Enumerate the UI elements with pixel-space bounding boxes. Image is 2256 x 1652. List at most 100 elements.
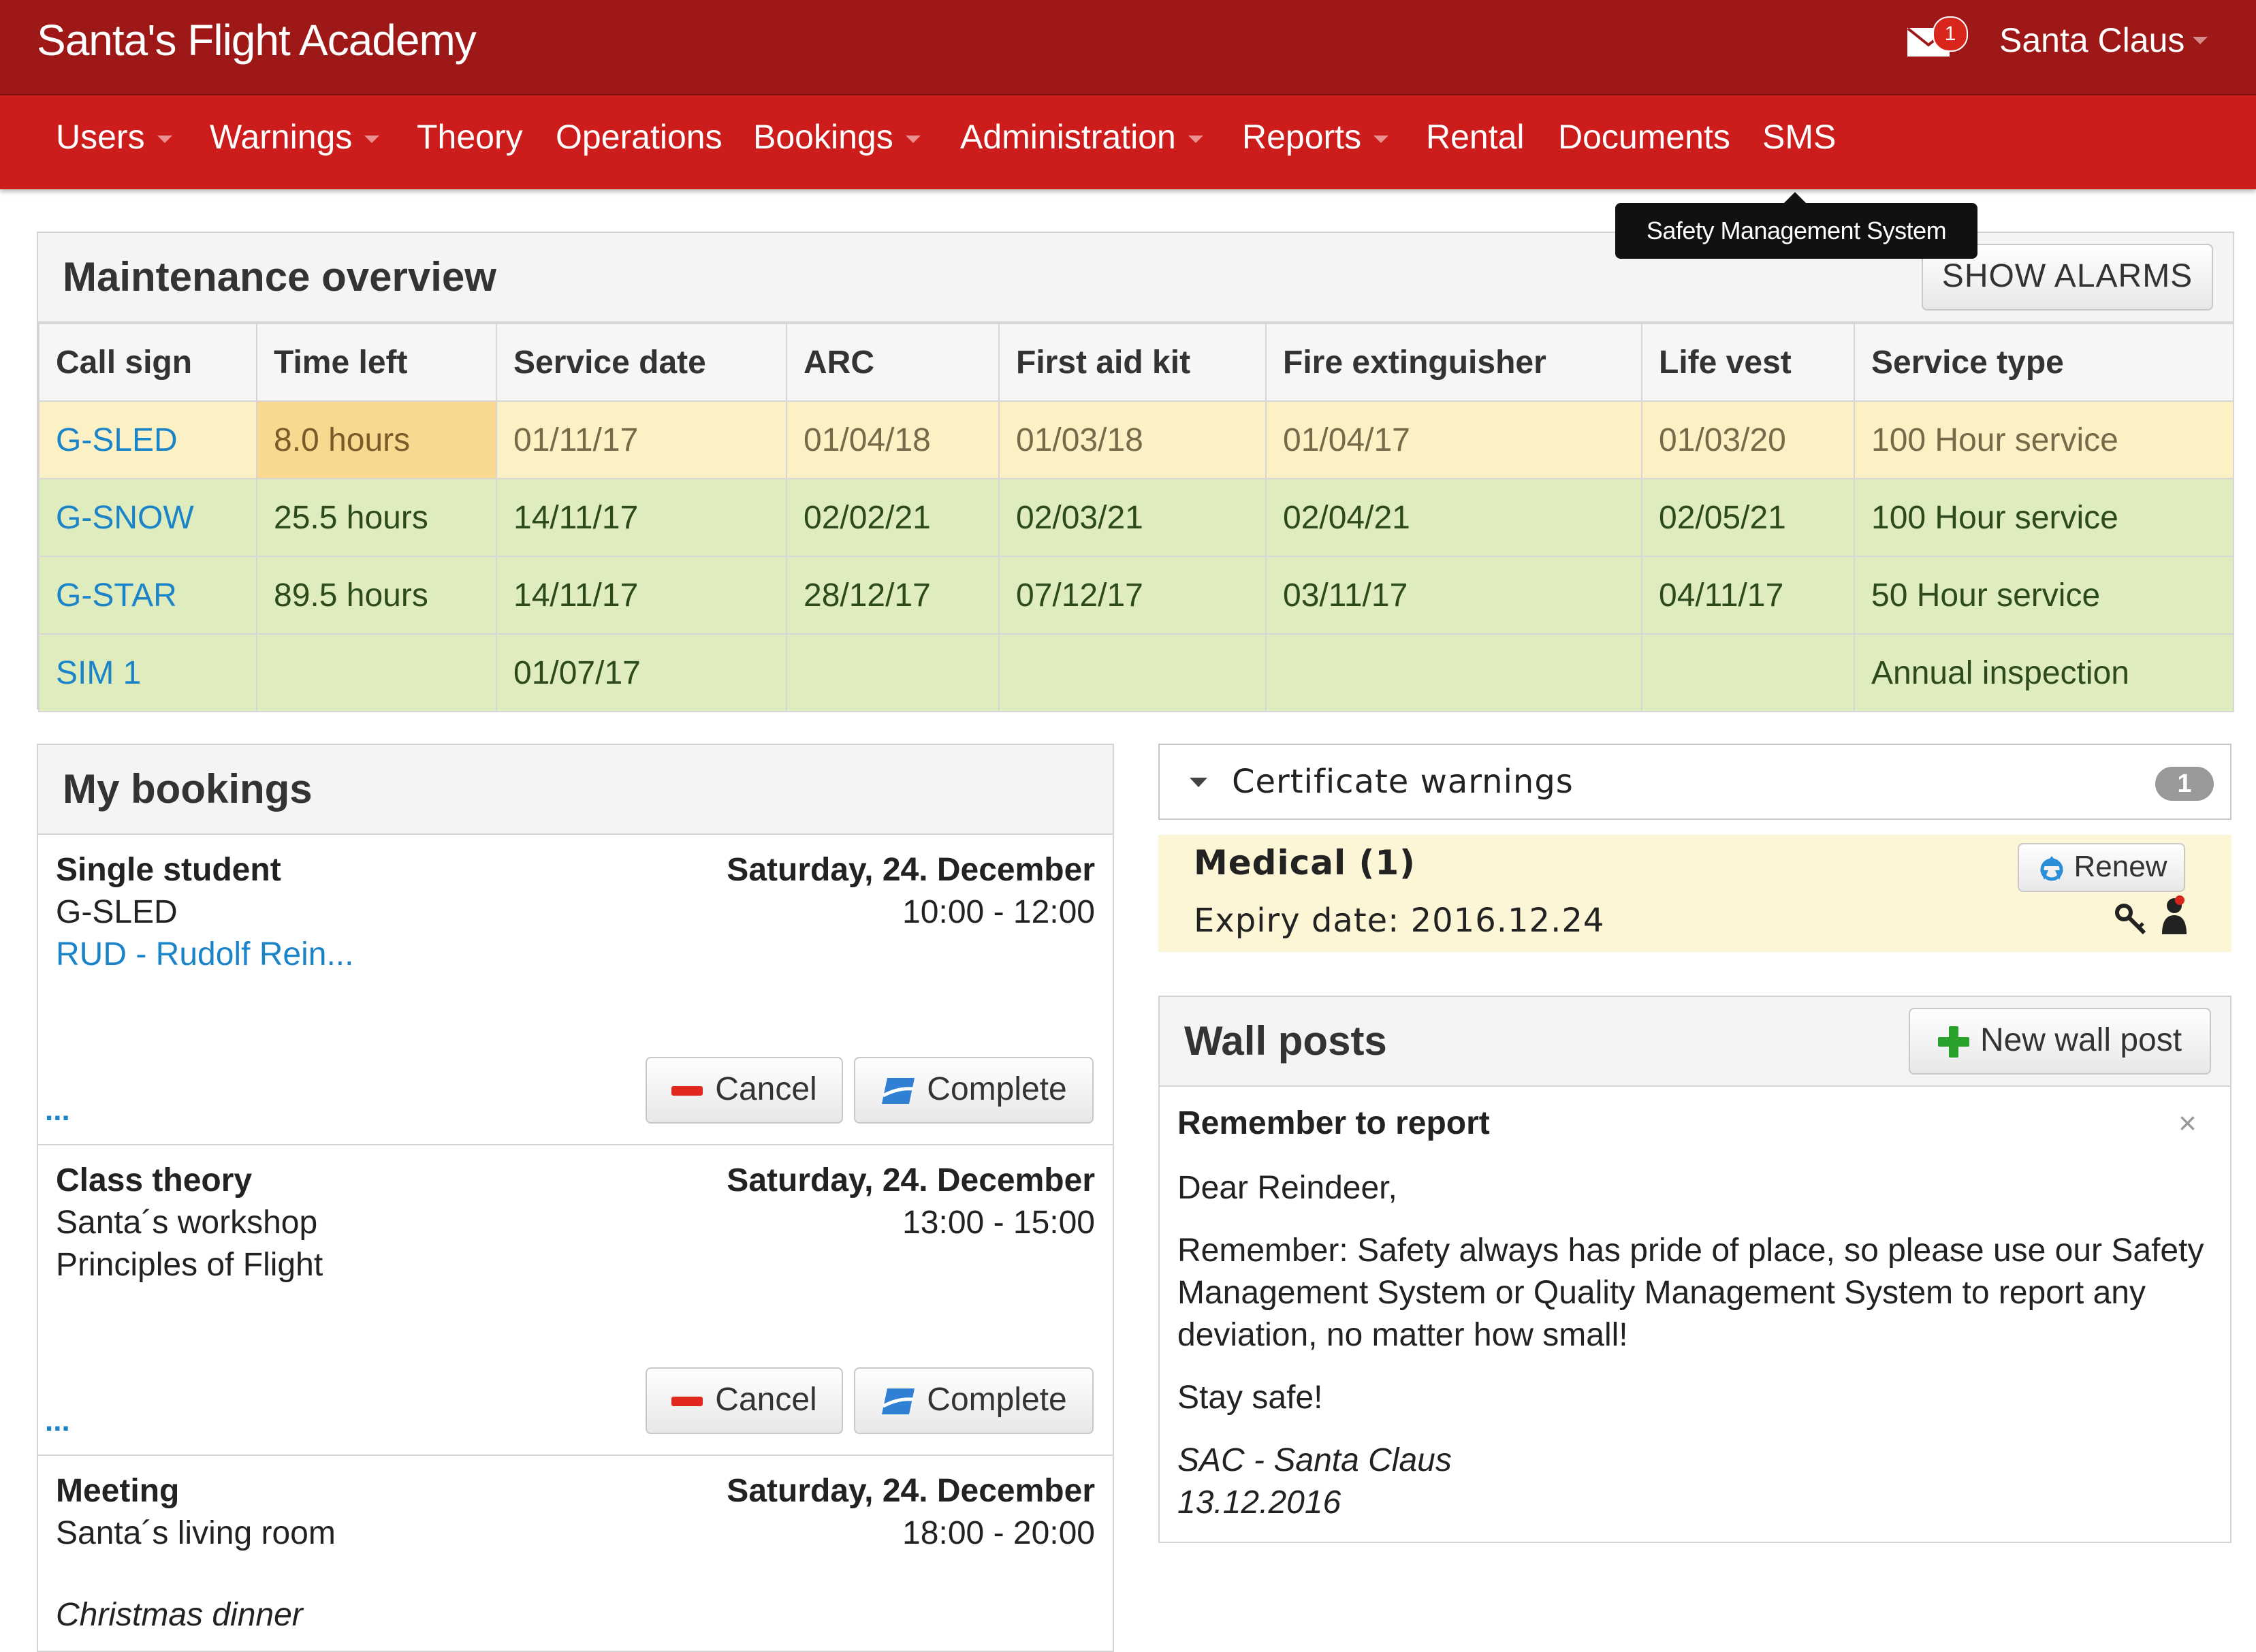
panel-title: Certificate warnings xyxy=(1232,763,1574,801)
certificate-warnings-header[interactable]: Certificate warnings 1 xyxy=(1158,744,2231,820)
table-cell: 28/12/17 xyxy=(786,556,1000,635)
table-cell: 07/12/17 xyxy=(998,556,1267,635)
more-link[interactable]: ... xyxy=(45,1094,70,1128)
panel-header: My bookings xyxy=(38,745,1113,835)
nav-operations[interactable]: Operations xyxy=(556,117,722,157)
top-header: Santa's Flight Academy 1 Santa Claus xyxy=(0,0,2256,95)
callsign-link[interactable]: G-SNOW xyxy=(38,478,257,557)
minus-icon xyxy=(671,1086,703,1096)
nav-documents[interactable]: Documents xyxy=(1558,117,1730,157)
nav-reports[interactable]: Reports xyxy=(1242,117,1389,157)
table-cell: 14/11/17 xyxy=(496,478,787,557)
table-cell: 01/04/17 xyxy=(1265,400,1642,479)
column-header[interactable]: Time left xyxy=(256,323,497,402)
cancel-button[interactable]: Cancel xyxy=(646,1057,843,1124)
nav-administration[interactable]: Administration xyxy=(960,117,1203,157)
callsign-link[interactable]: SIM 1 xyxy=(38,633,257,712)
chevron-down-icon xyxy=(905,136,921,144)
nav-users[interactable]: Users xyxy=(56,117,172,157)
nav-theory[interactable]: Theory xyxy=(417,117,523,157)
new-wall-post-button[interactable]: New wall post xyxy=(1909,1008,2211,1075)
button-label: Cancel xyxy=(715,1071,817,1107)
caret-down-icon[interactable] xyxy=(1190,778,1207,787)
complete-icon xyxy=(882,1078,915,1105)
booking-subject: Principles of Flight xyxy=(56,1247,323,1283)
button-label: Cancel xyxy=(715,1382,817,1418)
button-label: New wall post xyxy=(1980,1022,2182,1058)
booking-aircraft: G-SLED xyxy=(56,894,178,930)
booking-type: Meeting xyxy=(56,1473,180,1509)
plus-icon xyxy=(1937,1026,1969,1058)
nav-label: Users xyxy=(56,118,145,156)
close-icon[interactable]: × xyxy=(2178,1105,2197,1141)
booking-type: Class theory xyxy=(56,1162,253,1198)
table-cell xyxy=(256,633,497,712)
nav-bookings[interactable]: Bookings xyxy=(753,117,921,157)
booking-item[interactable]: Class theory Santa´s workshop Principles… xyxy=(38,1145,1113,1456)
table-cell: Annual inspection xyxy=(1854,633,2234,712)
more-link[interactable]: ... xyxy=(45,1404,70,1438)
callsign-link[interactable]: G-SLED xyxy=(38,400,257,479)
nav-label: SMS xyxy=(1762,118,1837,156)
count-badge: 1 xyxy=(2155,767,2214,801)
chevron-down-icon xyxy=(1188,136,1203,144)
nav-label: Operations xyxy=(556,118,722,156)
column-header[interactable]: Life vest xyxy=(1641,323,1855,402)
mail-count-badge[interactable]: 1 xyxy=(1933,16,1968,52)
post-author: SAC - Santa Claus xyxy=(1177,1442,1452,1478)
table-row[interactable]: SIM 1 01/07/17 Annual inspection xyxy=(38,633,2234,712)
key-icon[interactable] xyxy=(2114,903,2148,937)
column-header[interactable]: ARC xyxy=(786,323,1000,402)
table-cell: 01/04/18 xyxy=(786,400,1000,479)
booking-item[interactable]: Single student G-SLED RUD - Rudolf Rein.… xyxy=(38,835,1113,1145)
column-header[interactable]: Call sign xyxy=(38,323,257,402)
table-row[interactable]: G-SLED 8.0 hours 01/11/17 01/04/18 01/03… xyxy=(38,400,2234,479)
certificate-item: Medical (1) Expiry date: 2016.12.24 Rene… xyxy=(1158,835,2231,952)
column-header[interactable]: Fire extinguisher xyxy=(1265,323,1642,402)
certificate-name: Medical (1) xyxy=(1194,843,1416,883)
post-signoff: Stay safe! xyxy=(1177,1380,1323,1416)
button-label: Complete xyxy=(927,1382,1067,1418)
recycle-icon xyxy=(2039,856,2063,881)
column-header[interactable]: Service date xyxy=(496,323,787,402)
booking-date: Saturday, 24. December xyxy=(727,852,1095,888)
nav-label: Rental xyxy=(1426,118,1525,156)
table-cell: 02/05/21 xyxy=(1641,478,1855,557)
table-row[interactable]: G-SNOW 25.5 hours 14/11/17 02/02/21 02/0… xyxy=(38,478,2234,557)
booking-note: Christmas dinner xyxy=(56,1597,303,1633)
table-cell: 100 Hour service xyxy=(1854,478,2234,557)
renew-button[interactable]: Renew xyxy=(2018,843,2185,892)
nav-label: Reports xyxy=(1242,118,1362,156)
certificate-expiry: Expiry date: 2016.12.24 xyxy=(1194,902,1605,940)
table-cell: 01/07/17 xyxy=(496,633,787,712)
nav-rental[interactable]: Rental xyxy=(1426,117,1525,157)
callsign-link[interactable]: G-STAR xyxy=(38,556,257,635)
table-cell: 02/04/21 xyxy=(1265,478,1642,557)
table-row[interactable]: G-STAR 89.5 hours 14/11/17 28/12/17 07/1… xyxy=(38,556,2234,635)
booking-student-link[interactable]: RUD - Rudolf Rein... xyxy=(56,936,353,973)
cancel-button[interactable]: Cancel xyxy=(646,1367,843,1434)
chevron-down-icon[interactable] xyxy=(2193,37,2208,44)
column-header[interactable]: Service type xyxy=(1854,323,2234,402)
table-cell: 02/02/21 xyxy=(786,478,1000,557)
booking-location: Santa´s workshop xyxy=(56,1205,318,1241)
booking-time: 10:00 - 12:00 xyxy=(902,894,1095,930)
nav-warnings[interactable]: Warnings xyxy=(210,117,380,157)
table-cell: 03/11/17 xyxy=(1265,556,1642,635)
chevron-down-icon xyxy=(157,136,172,144)
complete-button[interactable]: Complete xyxy=(854,1367,1094,1434)
user-menu[interactable]: Santa Claus xyxy=(1999,20,2184,60)
complete-button[interactable]: Complete xyxy=(854,1057,1094,1124)
chevron-down-icon xyxy=(1373,136,1389,144)
booking-item[interactable]: Meeting Santa´s living room Christmas di… xyxy=(38,1456,1113,1651)
panel-title: Wall posts xyxy=(1184,1018,1387,1064)
table-cell: 100 Hour service xyxy=(1854,400,2234,479)
person-icon[interactable] xyxy=(2159,895,2189,936)
nav-sms[interactable]: SMS xyxy=(1762,117,1836,157)
main-nav: Users Warnings Theory Operations Booking… xyxy=(0,95,2256,189)
column-header[interactable]: First aid kit xyxy=(998,323,1267,402)
table-cell: 8.0 hours xyxy=(256,400,497,479)
nav-label: Bookings xyxy=(753,118,893,156)
brand-title[interactable]: Santa's Flight Academy xyxy=(37,15,477,65)
booking-date: Saturday, 24. December xyxy=(727,1473,1095,1509)
